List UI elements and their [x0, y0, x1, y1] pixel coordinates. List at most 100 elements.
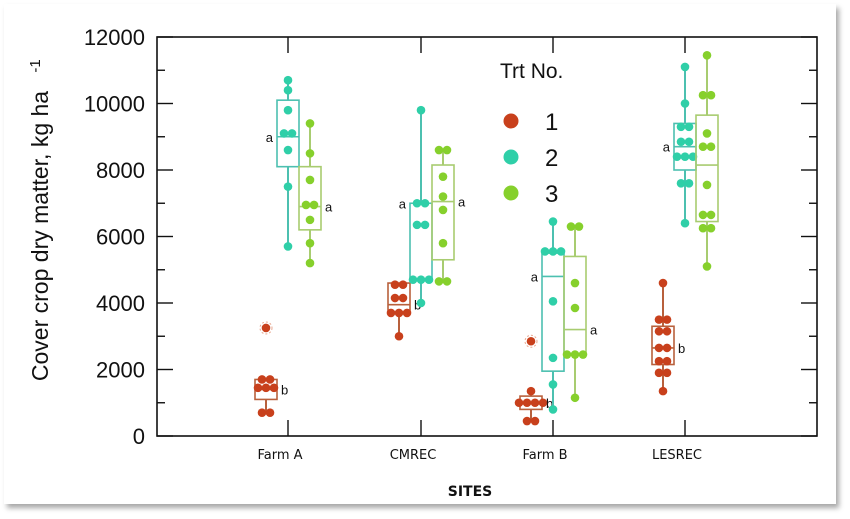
data-point	[438, 205, 448, 215]
data-point	[305, 119, 315, 128]
data-point	[305, 149, 315, 158]
data-point	[570, 278, 580, 288]
data-point	[522, 416, 532, 426]
data-point	[434, 145, 444, 155]
legend-label-1: 1	[545, 109, 558, 136]
data-point	[394, 308, 404, 318]
data-point	[434, 277, 444, 286]
data-point	[662, 368, 672, 378]
data-point	[578, 350, 588, 359]
x-tick-label: Farm B	[522, 448, 567, 463]
data-point	[265, 375, 275, 384]
y-tick-label: 6000	[96, 225, 145, 250]
data-point	[442, 145, 452, 155]
significance-letter: a	[325, 200, 333, 215]
data-point	[398, 280, 408, 290]
data-point	[676, 179, 686, 188]
plot-area: b b b b a a a a a a a	[253, 50, 719, 426]
data-point	[412, 220, 422, 230]
data-point	[287, 129, 297, 138]
data-point	[283, 182, 293, 191]
legend-marker-2	[503, 149, 519, 165]
data-point	[672, 152, 682, 161]
data-point	[442, 277, 452, 286]
data-point	[279, 129, 289, 138]
data-point	[702, 180, 712, 190]
box-3-lesrec	[695, 50, 719, 271]
data-point	[548, 405, 558, 414]
significance-letter: a	[266, 130, 274, 145]
data-point	[662, 315, 672, 324]
data-point	[283, 105, 293, 115]
y-axis-title-superscript: -1	[27, 59, 44, 72]
data-point	[390, 280, 400, 290]
data-point	[420, 220, 430, 230]
x-tick-label: LESREC	[652, 448, 702, 463]
data-point	[283, 145, 293, 155]
data-point	[424, 275, 434, 285]
data-point	[706, 90, 716, 100]
data-point	[548, 247, 558, 256]
data-point	[394, 331, 404, 341]
data-point	[438, 238, 448, 248]
data-point	[402, 308, 412, 318]
y-tick-label: 8000	[96, 158, 145, 183]
data-point	[530, 416, 540, 426]
data-point	[570, 350, 580, 359]
legend-marker-1	[503, 113, 519, 129]
outlier-point	[261, 323, 271, 333]
data-point	[540, 247, 550, 256]
data-point	[658, 386, 668, 396]
legend-title: Trt No.	[500, 60, 563, 83]
data-point	[548, 353, 558, 363]
data-point	[301, 200, 311, 210]
data-point	[680, 152, 690, 161]
box-1-farm-a: b	[253, 321, 288, 418]
data-point	[680, 62, 690, 72]
data-point	[684, 137, 694, 147]
data-point	[570, 393, 580, 403]
box-3-cmrec: a	[431, 145, 466, 286]
data-point	[662, 343, 672, 353]
legend-marker-3	[503, 185, 519, 201]
box-2-lesrec: a	[663, 62, 698, 228]
data-point	[390, 293, 400, 303]
data-point	[698, 90, 708, 100]
box-2-farm-b: a	[531, 217, 566, 414]
y-tick-label: 0	[133, 424, 145, 449]
y-tick-label: 4000	[96, 291, 145, 316]
data-point	[398, 293, 408, 303]
data-point	[706, 223, 716, 233]
data-point	[548, 297, 558, 306]
data-point	[654, 326, 664, 336]
x-axis-title: SITES	[448, 484, 493, 500]
data-point	[698, 142, 708, 152]
significance-letter: a	[399, 196, 407, 211]
y-axis-title: Cover crop dry matter, kg ha	[27, 91, 53, 381]
legend-label-2: 2	[545, 145, 558, 172]
data-point	[253, 383, 263, 393]
data-point	[662, 326, 672, 336]
plot-frame	[156, 36, 818, 437]
data-point	[654, 343, 664, 353]
box-3-farm-b: a	[562, 222, 598, 403]
data-point	[420, 198, 430, 208]
data-point	[283, 242, 293, 251]
data-point	[305, 215, 315, 225]
y-tick-label: 12000	[84, 25, 145, 50]
data-point	[530, 398, 540, 408]
significance-letter: a	[531, 269, 539, 284]
data-point	[562, 350, 572, 359]
data-point	[269, 383, 279, 393]
data-point	[438, 172, 448, 181]
data-point	[257, 408, 267, 418]
data-point	[662, 356, 672, 366]
data-point	[265, 408, 275, 418]
data-point	[706, 210, 716, 220]
data-point	[416, 105, 426, 115]
data-point	[408, 275, 418, 285]
data-point	[566, 222, 576, 231]
data-point	[702, 50, 712, 60]
data-point	[676, 122, 686, 132]
data-point	[680, 99, 690, 108]
